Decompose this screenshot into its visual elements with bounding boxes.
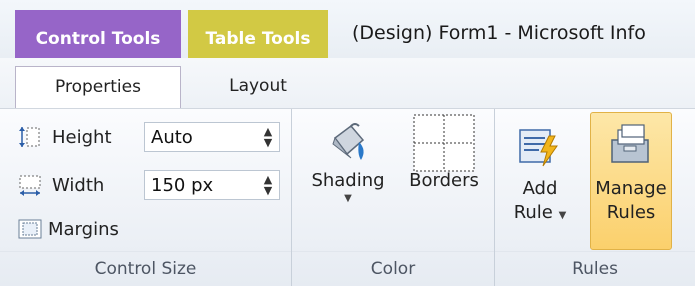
color-group: Shading ▼ Borders Color [292, 109, 495, 286]
title-bar: Control Tools Table Tools (Design) Form1… [0, 0, 695, 62]
margins-icon [18, 217, 42, 241]
manage-rules-label-1: Manage [595, 178, 667, 199]
shading-button[interactable]: Shading ▼ [302, 117, 394, 245]
width-icon [18, 173, 42, 197]
height-value[interactable]: Auto [145, 127, 257, 148]
add-rule-label-2: Rule ▼ [507, 201, 573, 228]
width-value[interactable]: 150 px [145, 175, 257, 196]
rules-group: Add Rule ▼ Manage Rules Rules [495, 109, 695, 286]
borders-icon [400, 114, 488, 172]
table-tools-label: Table Tools [188, 10, 328, 60]
borders-label: Borders [409, 170, 479, 191]
shading-label: Shading [311, 170, 385, 191]
width-spinner[interactable]: ▲ ▼ [257, 171, 279, 199]
chevron-down-icon[interactable]: ▼ [559, 210, 567, 221]
height-icon [18, 125, 42, 149]
manage-rules-label-2: Rules [606, 202, 656, 223]
window-title: (Design) Form1 - Microsoft Info [352, 22, 646, 44]
width-row: Width [18, 169, 134, 201]
add-rule-icon [507, 117, 573, 177]
control-size-group: Height Auto ▲ ▼ Width 150 px ▲ ▼ Margins… [0, 109, 292, 286]
chevron-down-icon[interactable]: ▼ [302, 193, 394, 204]
add-rule-text: Rule [513, 202, 553, 223]
ribbon-tabs: Properties Layout [0, 58, 695, 109]
height-input[interactable]: Auto ▲ ▼ [144, 122, 280, 152]
paint-bucket-icon [302, 117, 394, 169]
tab-properties[interactable]: Properties [15, 66, 181, 108]
height-row: Height [18, 121, 134, 153]
width-input[interactable]: 150 px ▲ ▼ [144, 170, 280, 200]
control-size-label: Control Size [0, 251, 291, 286]
borders-button[interactable]: Borders [400, 114, 488, 245]
tab-layout[interactable]: Layout [188, 66, 328, 108]
color-group-label: Color [292, 251, 494, 286]
manage-rules-icon [591, 113, 671, 177]
table-tools-group: Table Tools [188, 10, 328, 62]
add-rule-label-1: Add [522, 178, 558, 199]
margins-label: Margins [48, 218, 119, 240]
control-tools-label: Control Tools [15, 10, 181, 60]
manage-rules-button[interactable]: Manage Rules [590, 112, 672, 250]
margins-button[interactable]: Margins [18, 213, 130, 245]
control-tools-group: Control Tools [15, 10, 181, 62]
width-label: Width [52, 174, 105, 196]
ribbon-body: Height Auto ▲ ▼ Width 150 px ▲ ▼ Margins… [0, 108, 695, 286]
spin-down-icon[interactable]: ▼ [264, 137, 272, 148]
rules-group-label: Rules [495, 251, 695, 286]
spin-down-icon[interactable]: ▼ [264, 185, 272, 196]
height-label: Height [52, 126, 112, 148]
add-rule-button[interactable]: Add Rule ▼ [507, 117, 573, 253]
height-spinner[interactable]: ▲ ▼ [257, 123, 279, 151]
